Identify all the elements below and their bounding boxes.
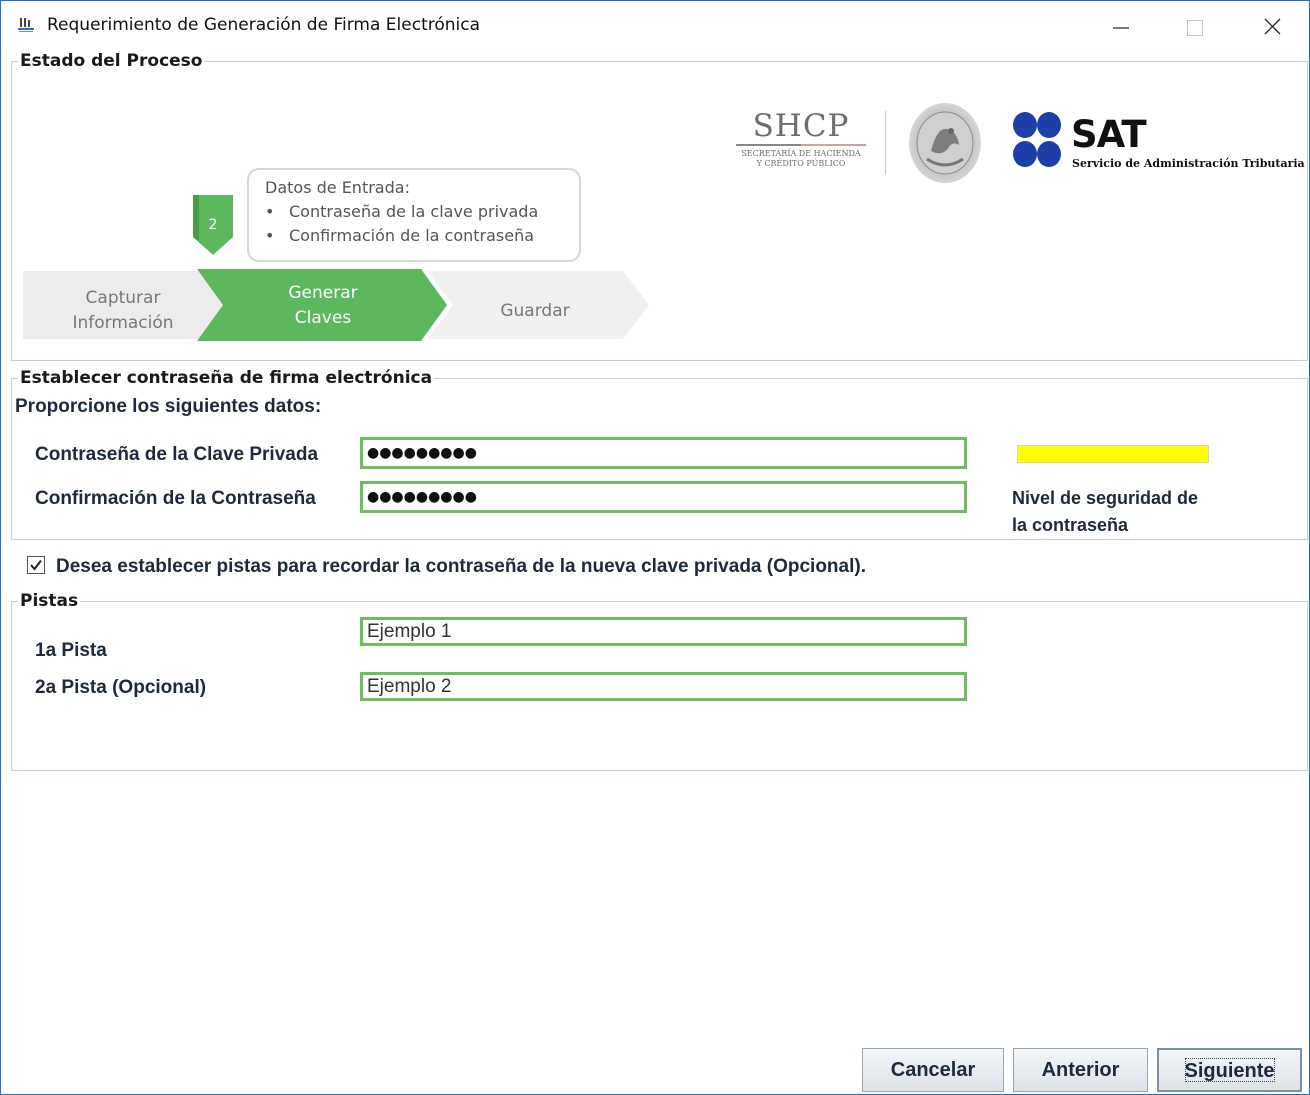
password-group-title: Establecer contraseña de firma electróni…: [18, 368, 435, 388]
step-generate-line1: Generar: [288, 283, 358, 303]
confirm-password-field[interactable]: ●●●●●●●●●: [360, 481, 967, 513]
hint2-label: 2a Pista (Opcional): [35, 677, 207, 698]
step-capture-line1: Capturar: [85, 288, 161, 308]
maximize-icon: [1187, 20, 1203, 36]
hints-group-title: Pistas: [18, 591, 81, 611]
input-data-callout: Datos de Entrada: • Contraseña de la clav…: [247, 168, 581, 262]
shcp-subtitle-2: y Crédito Público: [756, 159, 846, 168]
step-save: Guardar: [445, 299, 625, 324]
step-number-badge: 2: [193, 195, 233, 255]
step-number: 2: [209, 217, 218, 233]
title-bar[interactable]: Requerimiento de Generación de Firma Ele…: [1, 1, 1309, 45]
back-button[interactable]: Anterior: [1013, 1048, 1148, 1092]
window-title: Requerimiento de Generación de Firma Ele…: [47, 15, 481, 35]
sat-dots-icon: [1013, 112, 1061, 167]
callout-item-text: Contraseña de la clave privada: [289, 202, 539, 221]
shcp-rule: [736, 144, 866, 146]
checkmark-icon: [30, 559, 42, 571]
step-capture: Capturar Información: [33, 286, 213, 336]
private-key-password-field[interactable]: ●●●●●●●●●: [360, 437, 967, 469]
step-generate-line2: Claves: [294, 308, 352, 328]
sat-name: SAT: [1071, 113, 1147, 156]
dialog-window: Requerimiento de Generación de Firma Ele…: [0, 0, 1310, 1095]
hint1-label: 1a Pista: [35, 640, 107, 661]
strength-label-line2: la contraseña: [1012, 515, 1129, 535]
callout-bullet: •: [265, 226, 275, 245]
minimize-icon: [1113, 27, 1129, 29]
confirm-password-label: Confirmación de la Contraseña: [35, 488, 316, 509]
app-icon: [18, 18, 34, 32]
process-steps: Capturar Información Generar Claves Guar…: [23, 269, 653, 341]
password-strength-bar: [1017, 445, 1209, 463]
process-status-title: Estado del Proceso: [18, 51, 205, 71]
next-button-label: Siguiente: [1184, 1060, 1275, 1082]
hints-checkbox-label[interactable]: Desea establecer pistas para recordar la…: [56, 556, 866, 578]
callout-title: Datos de Entrada:: [265, 178, 410, 197]
shcp-name: SHCP: [752, 108, 850, 144]
maximize-button[interactable]: [1171, 1, 1219, 45]
step-capture-line2: Información: [72, 313, 174, 333]
instruction-text: Proporcione los siguientes datos:: [15, 396, 322, 417]
callout-item: • Confirmación de la contraseña: [265, 226, 534, 245]
close-button[interactable]: [1248, 1, 1296, 45]
next-button[interactable]: Siguiente: [1157, 1048, 1302, 1092]
step-save-line1: Guardar: [500, 301, 570, 321]
hint1-field[interactable]: Ejemplo 1: [360, 617, 967, 646]
strength-label-line1: Nivel de seguridad de: [1012, 488, 1199, 508]
national-seal-icon: [909, 103, 981, 183]
sat-logo: SAT Servicio de Administración Tributari…: [1013, 111, 1305, 171]
hints-checkbox[interactable]: [27, 556, 45, 574]
step-generate: Generar Claves: [233, 281, 413, 331]
shcp-subtitle-1: Secretaría de Hacienda: [741, 149, 861, 158]
hint2-field[interactable]: Ejemplo 2: [360, 672, 967, 701]
minimize-button[interactable]: [1096, 1, 1144, 45]
cancel-button[interactable]: Cancelar: [862, 1048, 1004, 1092]
callout-item-text: Confirmación de la contraseña: [289, 226, 535, 245]
close-icon: [1264, 18, 1281, 35]
callout-bullet: •: [265, 202, 275, 221]
logo-divider: [885, 111, 886, 175]
private-key-password-label: Contraseña de la Clave Privada: [35, 444, 319, 465]
sat-subtitle: Servicio de Administración Tributaria: [1072, 157, 1305, 170]
shcp-logo: SHCP Secretaría de Hacienda y Crédito Pú…: [731, 109, 871, 179]
callout-item: • Contraseña de la clave privada: [265, 202, 538, 221]
